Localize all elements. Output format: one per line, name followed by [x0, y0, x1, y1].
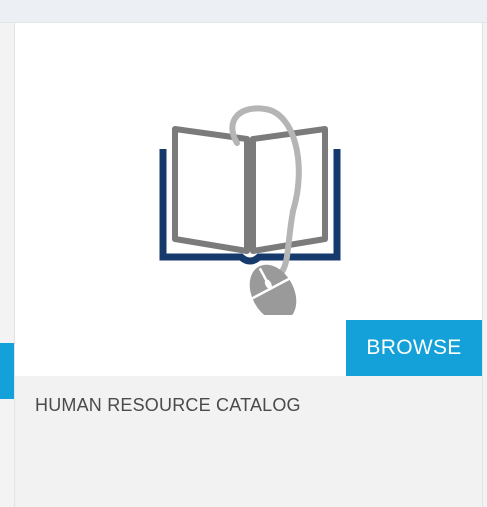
adjacent-card-right[interactable]: [482, 23, 487, 507]
top-band: [0, 0, 487, 22]
card-image[interactable]: BROWSE: [15, 23, 482, 376]
card-title[interactable]: HUMAN RESOURCE CATALOG: [35, 395, 301, 416]
adjacent-card-accent[interactable]: [0, 343, 14, 399]
card-footer[interactable]: HUMAN RESOURCE CATALOG: [15, 376, 482, 507]
browse-button[interactable]: BROWSE: [346, 320, 482, 376]
adjacent-card-left[interactable]: [0, 23, 15, 507]
catalog-card[interactable]: BROWSE HUMAN RESOURCE CATALOG: [15, 23, 482, 507]
book-left-page: [172, 126, 250, 254]
book-with-mouse-icon: [159, 105, 341, 315]
mouse-icon: [249, 264, 297, 315]
page: BROWSE HUMAN RESOURCE CATALOG: [0, 0, 487, 507]
